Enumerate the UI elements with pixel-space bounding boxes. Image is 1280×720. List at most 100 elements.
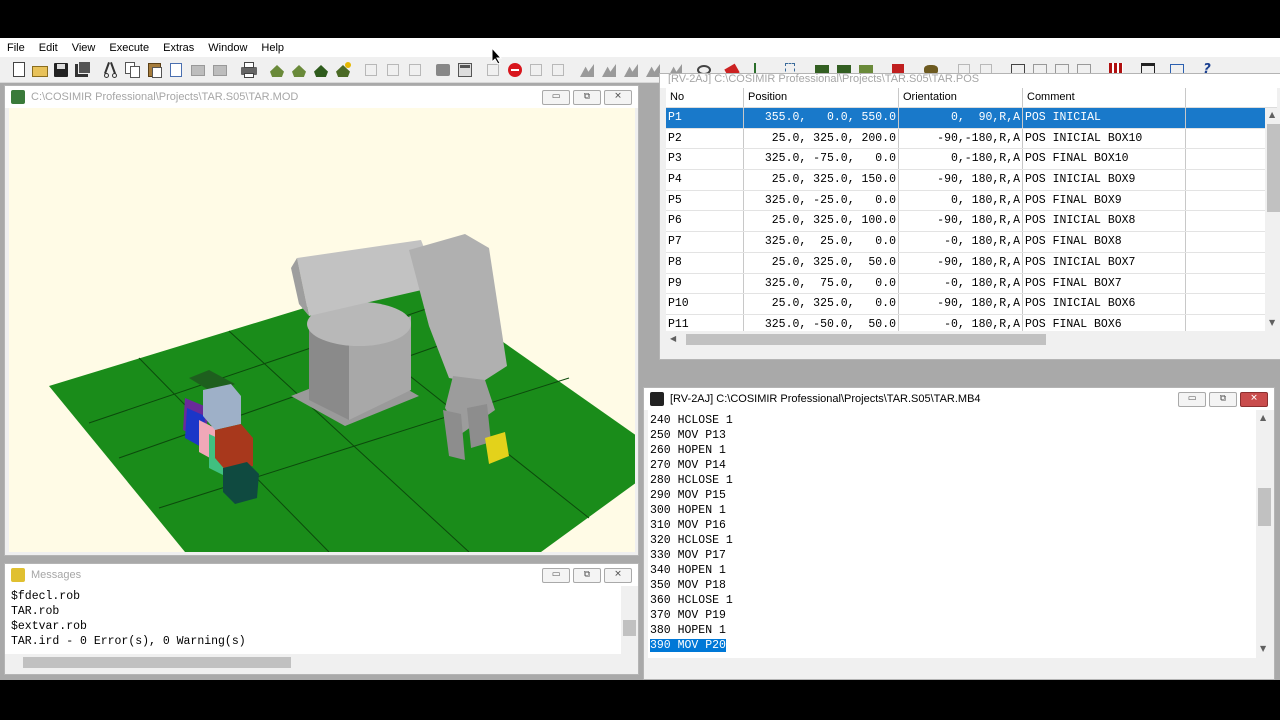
position-cell-no[interactable]: P11 [666, 314, 744, 331]
position-cell-comment[interactable]: POS INICIAL BOX10 [1023, 128, 1186, 149]
position-row[interactable]: P3 325.0, -75.0, 0.0 0,-180,R,A POS FINAL B… [666, 149, 1277, 171]
program-line[interactable]: 240 HCLOSE 1 [648, 413, 1256, 428]
save-icon[interactable] [52, 61, 70, 79]
position-row[interactable]: P2 25.0, 325.0, 200.0 -90,-180,R,A POS INIC… [666, 128, 1277, 150]
position-cell-position[interactable]: 25.0, 325.0, 150.0 [744, 170, 899, 190]
position-cell-comment[interactable]: POS FINAL BOX6 [1023, 314, 1186, 331]
robot-grip-icon[interactable] [334, 61, 352, 79]
robot-teach-icon[interactable] [312, 61, 330, 79]
position-cell-no[interactable]: P4 [666, 170, 744, 190]
program-line[interactable]: 390 MOV P20 [648, 638, 1256, 653]
joint-1-icon[interactable] [578, 61, 596, 79]
disabled-tool-3-icon[interactable] [406, 61, 424, 79]
program-line[interactable]: 350 MOV P18 [648, 578, 1256, 593]
position-cell-position[interactable]: 325.0, -25.0, 0.0 [744, 190, 899, 211]
program-line[interactable]: 270 MOV P14 [648, 458, 1256, 473]
robot-view-titlebar[interactable]: C:\COSIMIR Professional\Projects\TAR.S05… [5, 86, 638, 108]
position-cell-position[interactable]: 25.0, 325.0, 100.0 [744, 211, 899, 232]
program-line[interactable]: 290 MOV P15 [648, 488, 1256, 503]
column-comment[interactable]: Comment [1023, 88, 1186, 107]
column-orientation[interactable]: Orientation [899, 88, 1023, 107]
paste-icon[interactable] [146, 61, 164, 79]
robot-3d-viewport[interactable] [9, 108, 635, 552]
program-line[interactable]: 330 MOV P17 [648, 548, 1256, 563]
program-line[interactable]: 260 HOPEN 1 [648, 443, 1256, 458]
position-cell-comment[interactable]: POS INICIAL BOX7 [1023, 252, 1186, 273]
program-line[interactable]: 280 HCLOSE 1 [648, 473, 1256, 488]
stop-icon[interactable] [506, 61, 524, 79]
calculator-icon[interactable] [456, 61, 474, 79]
position-cell-no[interactable]: P5 [666, 190, 744, 211]
position-cell-no[interactable]: P8 [666, 252, 744, 273]
robot-view-minimize-button[interactable]: ▭ [542, 89, 570, 105]
messages-close-button[interactable]: ✕ [604, 567, 632, 583]
positions-vertical-scrollbar[interactable]: ▲ ▼ [1265, 108, 1280, 331]
robot-home-icon[interactable] [268, 61, 286, 79]
program-vertical-scrollbar[interactable]: ▲ ▼ [1256, 410, 1273, 658]
position-cell-comment[interactable]: POS INICIAL [1023, 108, 1186, 128]
position-cell-comment[interactable]: POS INICIAL BOX6 [1023, 294, 1186, 314]
position-cell-position[interactable]: 325.0, 25.0, 0.0 [744, 232, 899, 252]
position-cell-orientation[interactable]: 0,-180,R,A [899, 149, 1023, 170]
position-cell-comment[interactable]: POS FINAL BOX10 [1023, 149, 1186, 170]
save-all-icon[interactable] [74, 61, 92, 79]
messages-scroll-thumb[interactable] [623, 620, 636, 636]
messages-hscroll-thumb[interactable] [23, 657, 291, 668]
program-scroll-thumb[interactable] [1258, 488, 1271, 526]
program-line[interactable]: 320 HCLOSE 1 [648, 533, 1256, 548]
position-cell-no[interactable]: P3 [666, 149, 744, 170]
program-line[interactable]: 360 HCLOSE 1 [648, 593, 1256, 608]
position-row[interactable]: P11 325.0, -50.0, 50.0 -0, 180,R,A POS FINA… [666, 314, 1277, 331]
position-cell-position[interactable]: 25.0, 325.0, 50.0 [744, 252, 899, 273]
menu-file[interactable]: File [0, 42, 32, 54]
redo-icon[interactable] [211, 61, 229, 79]
position-cell-orientation[interactable]: -0, 180,R,A [899, 314, 1023, 331]
position-cell-position[interactable]: 25.0, 325.0, 200.0 [744, 128, 899, 149]
program-line[interactable]: 340 HOPEN 1 [648, 563, 1256, 578]
robot-view-close-button[interactable]: ✕ [604, 89, 632, 105]
messages-minimize-button[interactable]: ▭ [542, 567, 570, 583]
position-cell-position[interactable]: 355.0, 0.0, 550.0 [744, 108, 899, 128]
position-cell-comment[interactable]: POS FINAL BOX8 [1023, 232, 1186, 252]
new-file-icon[interactable] [10, 61, 28, 79]
position-cell-orientation[interactable]: -90, 180,R,A [899, 294, 1023, 314]
program-line[interactable]: 380 HOPEN 1 [648, 623, 1256, 638]
position-row[interactable]: P6 25.0, 325.0, 100.0 -90, 180,R,A POS INIC… [666, 211, 1277, 233]
position-cell-no[interactable]: P2 [666, 128, 744, 149]
messages-horizontal-scrollbar[interactable] [5, 654, 621, 671]
position-row[interactable]: P5 325.0, -25.0, 0.0 0, 180,R,A POS FINAL B… [666, 190, 1277, 212]
position-cell-comment[interactable]: POS INICIAL BOX9 [1023, 170, 1186, 190]
menu-extras[interactable]: Extras [156, 42, 201, 54]
column-no[interactable]: No [666, 88, 744, 107]
program-line[interactable]: 370 MOV P19 [648, 608, 1256, 623]
position-cell-comment[interactable]: POS INICIAL BOX8 [1023, 211, 1186, 232]
robot-move-icon[interactable] [290, 61, 308, 79]
program-titlebar[interactable]: [RV-2AJ] C:\COSIMIR Professional\Project… [644, 388, 1274, 410]
joint-3-icon[interactable] [622, 61, 640, 79]
position-cell-orientation[interactable]: 0, 90,R,A [899, 108, 1023, 128]
position-cell-no[interactable]: P7 [666, 232, 744, 252]
position-cell-position[interactable]: 325.0, -75.0, 0.0 [744, 149, 899, 170]
program-line[interactable]: 300 HOPEN 1 [648, 503, 1256, 518]
position-cell-orientation[interactable]: -0, 180,R,A [899, 232, 1023, 252]
position-row[interactable]: P1 355.0, 0.0, 550.0 0, 90,R,A POS INICIAL [666, 108, 1277, 129]
program-editor[interactable]: 240 HCLOSE 1 250 MOV P13 260 HOPEN 1 270 MO… [648, 410, 1256, 658]
position-row[interactable]: P8 25.0, 325.0, 50.0 -90, 180,R,A POS INICI… [666, 252, 1277, 274]
menu-execute[interactable]: Execute [102, 42, 156, 54]
program-line[interactable]: 250 MOV P13 [648, 428, 1256, 443]
program-restore-button[interactable]: ⧉ [1209, 391, 1237, 407]
position-cell-comment[interactable]: POS FINAL BOX9 [1023, 190, 1186, 211]
position-cell-orientation[interactable]: -90, 180,R,A [899, 211, 1023, 232]
print-icon[interactable] [240, 61, 258, 79]
menu-edit[interactable]: Edit [32, 42, 65, 54]
undo-icon[interactable] [189, 61, 207, 79]
program-minimize-button[interactable]: ▭ [1178, 391, 1206, 407]
position-row[interactable]: P10 25.0, 325.0, 0.0 -90, 180,R,A POS INICI… [666, 294, 1277, 315]
program-close-button[interactable]: ✕ [1240, 391, 1268, 407]
menu-view[interactable]: View [65, 42, 103, 54]
copy-icon[interactable] [124, 61, 142, 79]
position-cell-position[interactable]: 25.0, 325.0, 0.0 [744, 294, 899, 314]
compile-icon[interactable] [434, 61, 452, 79]
cut-icon[interactable] [102, 61, 120, 79]
menu-window[interactable]: Window [201, 42, 254, 54]
